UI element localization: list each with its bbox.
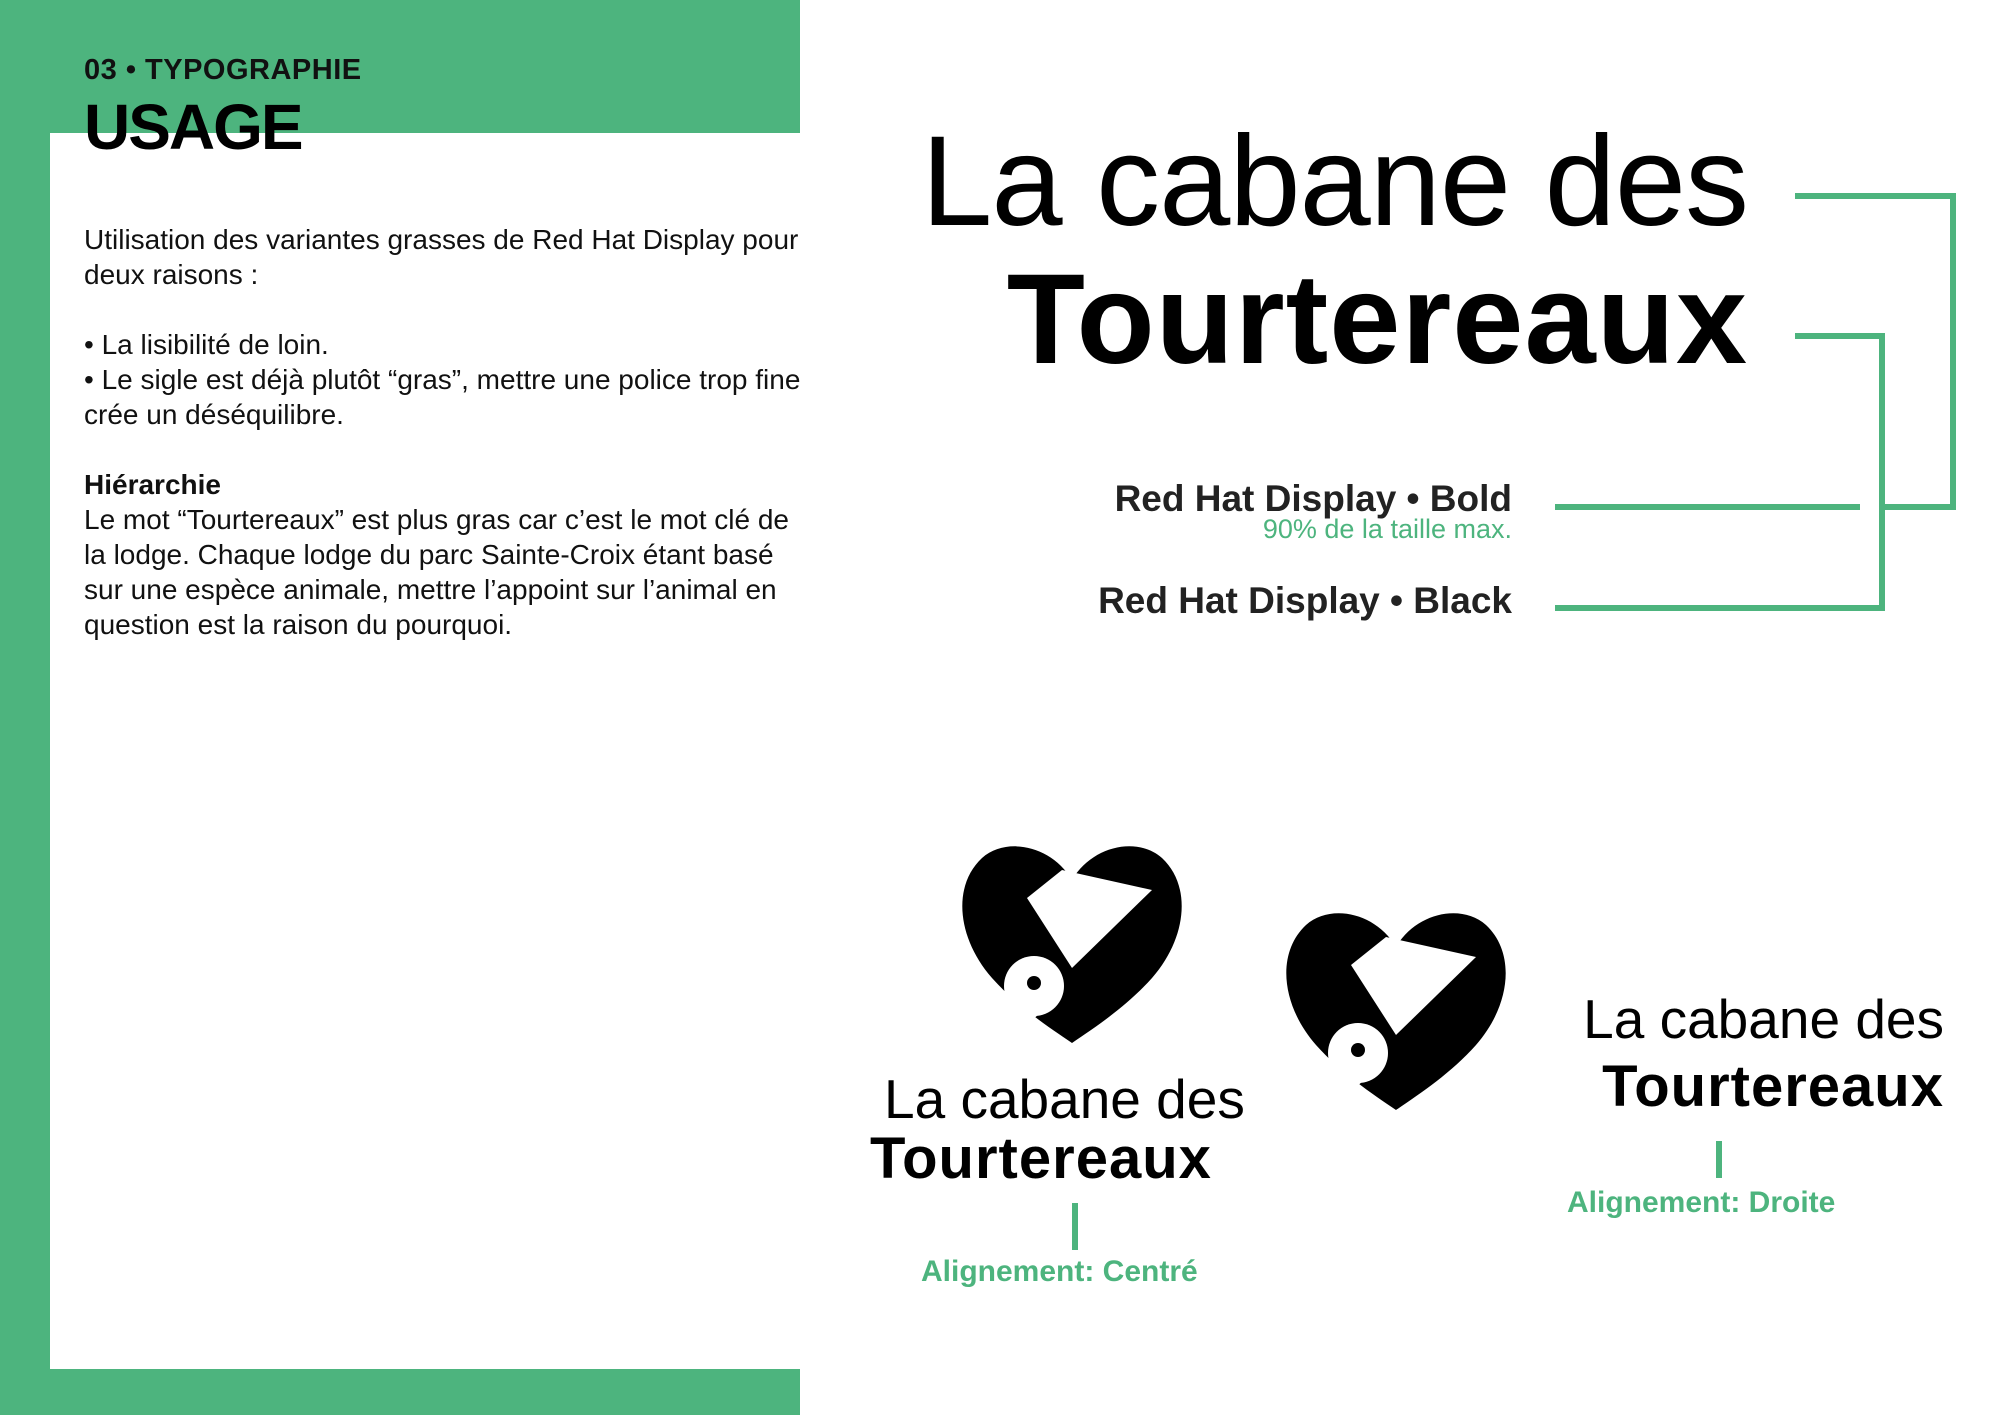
caption-right: Alignement: Droite (1567, 1186, 1836, 1219)
logo-right-line2: Tourtereaux (1602, 1054, 1944, 1119)
section-label: 03 • TYPOGRAPHIE (84, 54, 362, 86)
page-title: USAGE (84, 91, 304, 163)
caption-centered: Alignement: Centré (921, 1255, 1198, 1288)
hierarchy-paragraph: Le mot “Tourtereaux” est plus gras car c… (84, 504, 789, 640)
intro-paragraph: Utilisation des variantes grasses de Red… (84, 224, 799, 290)
specimen-line-bold: La cabane des (921, 110, 1749, 253)
logo-right-line1: La cabane des (1583, 988, 1944, 1050)
subheading-hierarchie: Hiérarchie (84, 469, 221, 500)
heart-bird-icon (962, 846, 1182, 1046)
body-text: Utilisation des variantes grasses de Red… (84, 222, 814, 642)
bullet-item: • La lisibilité de loin. (84, 329, 329, 360)
connector-bold (1795, 193, 1956, 510)
logo-centered-line2: Tourtereaux (870, 1126, 1212, 1191)
specimen-line-black: Tourtereaux (1006, 248, 1748, 391)
font-size-note: 90% de la taille max. (1262, 514, 1512, 544)
bullet-item: • Le sigle est déjà plutôt “gras”, mettr… (84, 364, 801, 430)
heart-bird-icon (1286, 913, 1506, 1113)
logo-centered-line1: La cabane des (884, 1068, 1245, 1130)
font-label-black: Red Hat Display • Black (1098, 580, 1512, 621)
